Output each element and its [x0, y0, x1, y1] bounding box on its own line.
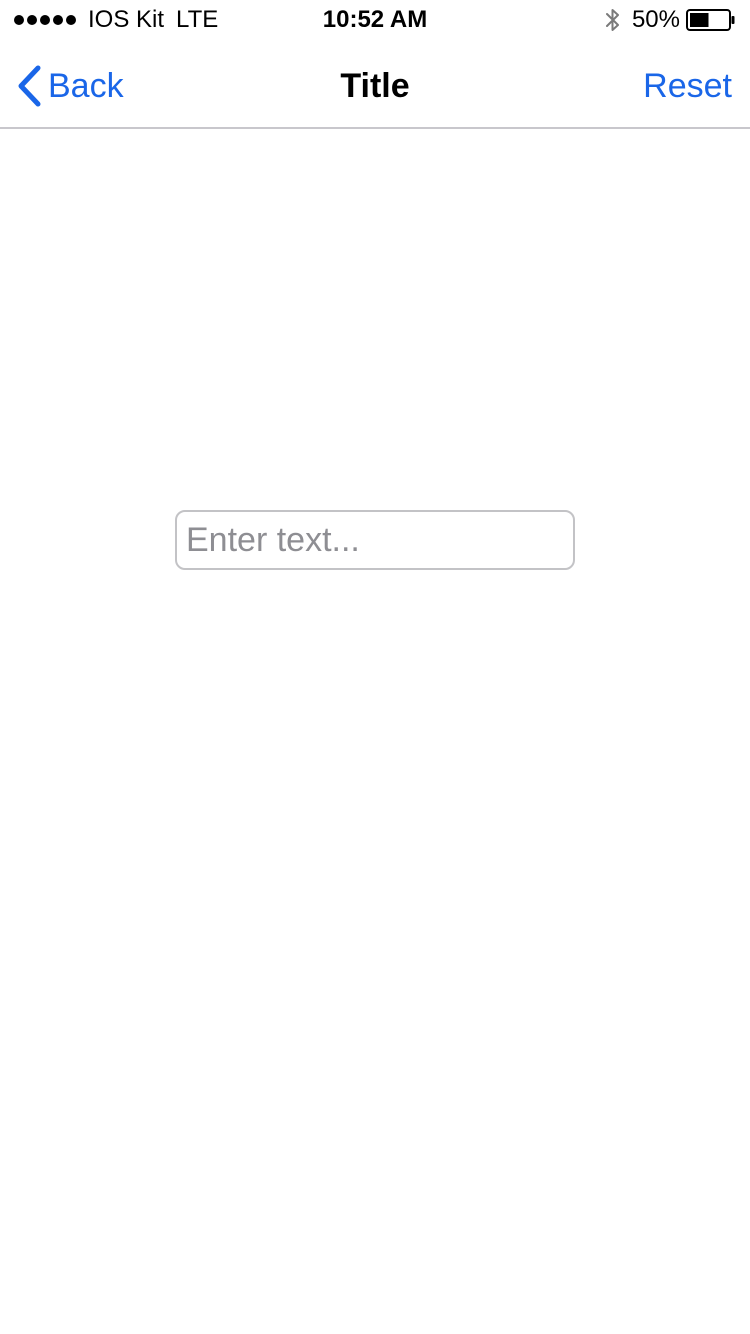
- battery-icon: [686, 9, 736, 31]
- screen: IOS Kit LTE 10:52 AM 50% Back Title Rese…: [0, 0, 750, 1334]
- back-button[interactable]: Back: [16, 64, 124, 108]
- bluetooth-icon: [605, 8, 620, 32]
- text-input[interactable]: [175, 510, 575, 570]
- status-right: 50%: [605, 4, 736, 36]
- reset-button[interactable]: Reset: [643, 64, 732, 108]
- status-bar: IOS Kit LTE 10:52 AM 50%: [0, 0, 750, 40]
- back-label: Back: [48, 67, 124, 105]
- chevron-left-icon: [16, 64, 42, 108]
- navigation-bar: Back Title Reset: [0, 40, 750, 129]
- battery-percentage: 50%: [631, 6, 680, 33]
